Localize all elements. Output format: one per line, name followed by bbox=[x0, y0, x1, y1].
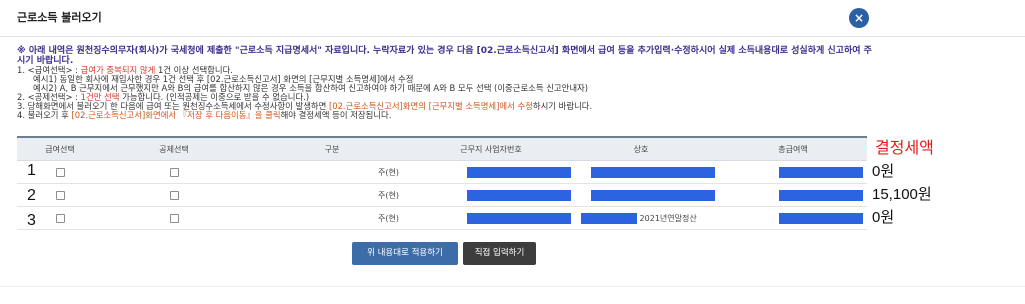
redacted-block bbox=[467, 166, 571, 178]
type-cell: 주(현) bbox=[245, 183, 419, 207]
annotation-tax-value: 15,100원 bbox=[872, 186, 932, 203]
redacted-block bbox=[779, 212, 863, 224]
notice-headline: ※ 아래 내역은 원천징수의무자(회사)가 국세청에 제출한 "근로소득 지급명… bbox=[17, 46, 872, 66]
header-salary-select: 급여선택 bbox=[17, 136, 103, 161]
redacted-block bbox=[467, 212, 571, 224]
apply-button[interactable]: 위 내용대로 적용하기 bbox=[352, 242, 458, 265]
dialog-titlebar: 근로소득 불러오기 × bbox=[0, 0, 1025, 36]
table-row: 주(현) bbox=[17, 183, 867, 207]
redacted-block bbox=[779, 189, 863, 201]
header-deduction-select: 공제선택 bbox=[103, 136, 245, 161]
notice-item-4-text-b: 해야 결정세액 등이 저장됩니다. bbox=[280, 110, 392, 120]
title-divider bbox=[0, 36, 1025, 37]
annotation-tax-value: 0원 bbox=[872, 209, 895, 226]
salary-select-checkbox[interactable] bbox=[55, 167, 65, 177]
header-type: 구분 bbox=[245, 136, 419, 161]
header-total-salary: 총급여액 bbox=[719, 136, 867, 161]
company-name-suffix: 2021년연말정산 bbox=[639, 213, 697, 223]
business-number-cell bbox=[419, 160, 571, 184]
salary-select-checkbox[interactable] bbox=[55, 190, 65, 200]
header-company-name: 상호 bbox=[563, 136, 719, 161]
redacted-block bbox=[591, 166, 715, 178]
notice-block: ※ 아래 내역은 원천징수의무자(회사)가 국세청에 제출한 "근로소득 지급명… bbox=[17, 46, 877, 120]
deduction-select-checkbox[interactable] bbox=[169, 167, 179, 177]
annotation-row-number: 2 bbox=[27, 187, 36, 204]
total-salary-cell bbox=[719, 160, 867, 184]
annotation-row-number: 1 bbox=[27, 162, 36, 179]
company-name-cell: 2021년연말정산 bbox=[563, 206, 719, 230]
table-header-row: 급여선택 공제선택 구분 근무지 사업자번호 상호 총급여액 bbox=[17, 136, 867, 161]
annotation-tax-value: 0원 bbox=[872, 163, 895, 180]
redacted-block bbox=[591, 189, 715, 201]
income-table: 급여선택 공제선택 구분 근무지 사업자번호 상호 총급여액 주(현) 주(현) bbox=[17, 136, 867, 230]
deduction-select-checkbox[interactable] bbox=[169, 190, 179, 200]
company-name-cell bbox=[563, 160, 719, 184]
salary-select-checkbox[interactable] bbox=[55, 213, 65, 223]
annotation-row-number: 3 bbox=[27, 212, 36, 229]
close-icon[interactable]: × bbox=[849, 8, 869, 28]
deduction-select-cell bbox=[103, 183, 245, 207]
table-row: 주(현) 2021년연말정산 bbox=[17, 206, 867, 230]
business-number-cell bbox=[419, 206, 571, 230]
total-salary-cell bbox=[719, 183, 867, 207]
redacted-block bbox=[467, 189, 571, 201]
business-number-cell bbox=[419, 183, 571, 207]
deduction-select-cell bbox=[103, 160, 245, 184]
total-salary-cell bbox=[719, 206, 867, 230]
table-row: 주(현) bbox=[17, 160, 867, 184]
notice-item-4: 4. 불러오기 후 [02.근로소득신고서]화면에서 『저장 후 다음이동』을 … bbox=[17, 111, 877, 120]
direct-input-button[interactable]: 직접 입력하기 bbox=[463, 242, 536, 265]
redacted-block bbox=[581, 212, 637, 224]
header-business-number: 근무지 사업자번호 bbox=[419, 136, 563, 161]
company-name-cell bbox=[563, 183, 719, 207]
type-cell: 주(현) bbox=[245, 206, 419, 230]
notice-item-4-text-a: 4. 불러오기 후 bbox=[17, 110, 72, 120]
notice-item-3-text-b: 하시기 바랍니다. bbox=[532, 101, 593, 111]
deduction-select-cell bbox=[103, 206, 245, 230]
notice-item-4-highlight: [02.근로소득신고서]화면에서 『저장 후 다음이동』을 클릭 bbox=[71, 110, 281, 120]
dialog-title: 근로소득 불러오기 bbox=[17, 11, 102, 24]
annotation-column-title: 결정세액 bbox=[875, 140, 934, 157]
redacted-block bbox=[779, 166, 863, 178]
deduction-select-checkbox[interactable] bbox=[169, 213, 179, 223]
bottom-divider bbox=[0, 286, 1025, 287]
type-cell: 주(현) bbox=[245, 160, 419, 184]
